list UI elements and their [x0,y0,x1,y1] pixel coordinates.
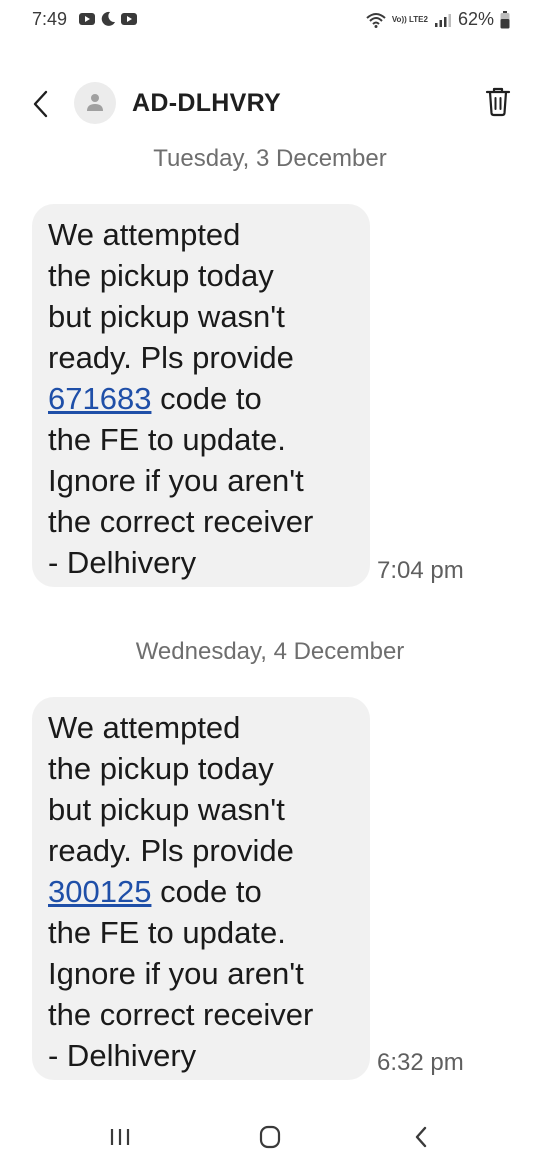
battery-percent: 62% [457,9,494,29]
message-line: the correct receiver [48,504,314,539]
contact-name[interactable]: AD-DLHVRY [132,89,281,118]
pickup-code-link[interactable]: 671683 [48,381,151,416]
message-line: 300125 code to [48,871,356,912]
message-line: but pickup wasn't [48,792,285,827]
message-time: 6:32 pm [377,1049,464,1076]
youtube-icon [79,13,95,25]
message-line: the pickup today [48,258,274,293]
message-line: the FE to update. [48,422,286,457]
navigation-bar [0,1106,540,1170]
date-separator: Tuesday, 3 December [153,145,387,172]
message-text: code to [151,874,262,909]
trash-icon[interactable] [484,86,512,118]
message-line: ready. Pls provide [48,833,294,868]
message-bubble[interactable]: We attempted the pickup today but pickup… [32,204,370,587]
message-text: code to [151,381,262,416]
message-line: - Delhivery [48,1038,197,1073]
status-time: 7:49 [32,9,68,29]
message-line: - Delhivery [48,545,197,580]
date-separator: Wednesday, 4 December [135,638,405,665]
wifi-icon [366,12,386,28]
message-line: but pickup wasn't [48,299,285,334]
pickup-code-link[interactable]: 300125 [48,874,151,909]
message-line: Ignore if you aren't [48,956,304,991]
nav-back-icon[interactable] [405,1122,439,1152]
system-status-icons: Vo)) LTE2 62% [366,9,510,30]
message-line: We attempted [48,710,241,745]
avatar[interactable] [74,82,116,124]
moon-icon [101,11,115,26]
conversation-header: AD-DLHVRY [0,80,540,128]
network-type-label: Vo)) LTE2 [391,14,428,24]
message-line: the FE to update. [48,915,286,950]
recents-icon[interactable] [103,1122,137,1152]
messages-screen: 7:49 Vo)) LTE2 62% AD-DLHVRY Tuesday, 3 … [0,0,540,1170]
message-time: 7:04 pm [377,557,464,584]
status-bar: 7:49 Vo)) LTE2 62% [0,0,540,40]
home-icon[interactable] [253,1122,287,1152]
signal-icon [434,13,451,27]
notification-icons [78,11,138,27]
message-bubble[interactable]: We attempted the pickup today but pickup… [32,697,370,1080]
person-icon [87,94,103,111]
youtube-icon [121,13,137,25]
message-line: the correct receiver [48,997,314,1032]
message-line: ready. Pls provide [48,340,294,375]
message-line: We attempted [48,217,241,252]
message-line: 671683 code to [48,378,356,419]
battery-icon [500,10,510,28]
back-arrow-icon[interactable] [30,88,56,120]
message-line: the pickup today [48,751,274,786]
message-line: Ignore if you aren't [48,463,304,498]
